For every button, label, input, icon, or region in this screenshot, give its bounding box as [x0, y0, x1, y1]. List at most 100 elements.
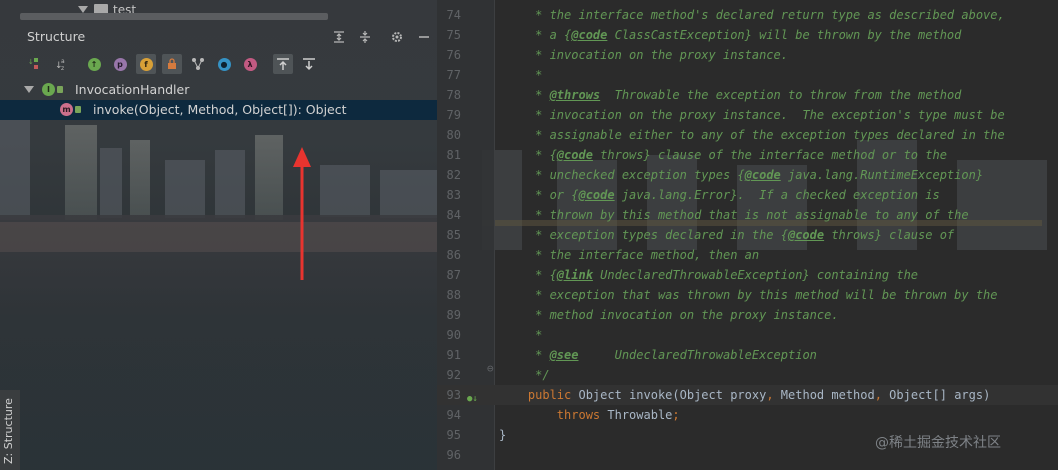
code-token: Method method — [780, 388, 875, 402]
tree-item-invocationhandler[interactable]: I InvocationHandler — [0, 80, 437, 100]
code-text: */ — [499, 365, 550, 385]
sort-alphabetically-icon[interactable]: ↓ a z — [52, 54, 72, 74]
structure-side-tab[interactable]: Z: Structure — [0, 390, 20, 470]
code-token: * a { — [499, 28, 572, 42]
code-line[interactable]: 80 * assignable either to any of the exc… — [437, 125, 1058, 145]
line-number: 86 — [446, 248, 461, 262]
code-text: * exception that was thrown by this meth… — [499, 285, 997, 305]
code-text: * @throws Throwable the exception to thr… — [499, 85, 961, 105]
code-line[interactable]: 83 * or {@code java.lang.Error}. If a ch… — [437, 185, 1058, 205]
code-token: @code — [787, 228, 825, 242]
show-non-public-icon[interactable] — [162, 54, 182, 74]
autoscroll-from-source-icon[interactable] — [299, 54, 319, 74]
code-line[interactable]: 89 * method invocation on the proxy inst… — [437, 305, 1058, 325]
code-line[interactable]: 77 * — [437, 65, 1058, 85]
code-token: * method invocation on the proxy instanc… — [499, 308, 839, 322]
code-line[interactable]: 79 * invocation on the proxy instance. T… — [437, 105, 1058, 125]
code-token: @throws — [549, 88, 601, 102]
code-text: * unchecked exception types {@code java.… — [499, 165, 983, 185]
show-lambda-icon[interactable]: λ — [240, 54, 260, 74]
code-line[interactable]: 91 * @see UndeclaredThrowableException — [437, 345, 1058, 365]
line-number: 87 — [446, 268, 461, 282]
line-number: 82 — [446, 168, 461, 182]
code-text: * invocation on the proxy instance. — [499, 45, 788, 65]
line-number: 78 — [446, 88, 461, 102]
line-number: 95 — [446, 428, 461, 442]
code-token: @code — [556, 148, 593, 162]
code-line[interactable]: 88 * exception that was thrown by this m… — [437, 285, 1058, 305]
code-token: ; — [672, 408, 680, 422]
line-number: 80 — [446, 128, 461, 142]
expand-arrow-icon[interactable] — [24, 86, 34, 93]
line-number: 77 — [446, 68, 461, 82]
project-tree-strip: test — [0, 0, 437, 22]
tree-item-invoke[interactable]: m invoke(Object, Method, Object[]): Obje… — [0, 100, 437, 120]
method-icon: m — [60, 103, 73, 116]
code-text: * the interface method, then an — [499, 245, 759, 265]
code-token: throws} clause of the interface method o… — [592, 148, 947, 162]
code-line[interactable]: 94 throws Throwable; — [437, 405, 1058, 425]
code-line[interactable]: 76 * invocation on the proxy instance. — [437, 45, 1058, 65]
code-token: Throwable the exception to throw from th… — [600, 88, 962, 102]
code-line[interactable]: 74 * the interface method's declared ret… — [437, 5, 1058, 25]
code-token: * { — [499, 148, 557, 162]
code-line[interactable]: 87 * {@link UndeclaredThrowableException… — [437, 265, 1058, 285]
show-lambdas-icon[interactable]: ● — [214, 54, 234, 74]
structure-panel: test Structure ↓ ↓ a z ↑ p f ● λ I Invoc… — [0, 0, 437, 470]
code-text: * thrown by this method that is not assi… — [499, 205, 969, 225]
code-token: , — [874, 388, 890, 402]
watermark: @稀土掘金技术社区 — [875, 435, 1001, 451]
red-arrow-annotation — [293, 147, 311, 280]
show-fields-icon[interactable]: f — [136, 54, 156, 74]
svg-text:z: z — [61, 65, 64, 72]
interface-icon: I — [42, 83, 55, 96]
code-line[interactable]: 84 * thrown by this method that is not a… — [437, 205, 1058, 225]
line-number: 81 — [446, 148, 461, 162]
code-token: @see — [549, 348, 579, 362]
code-text: * invocation on the proxy instance. The … — [499, 105, 1005, 125]
collapse-all-icon[interactable] — [355, 27, 375, 47]
expand-arrow-icon[interactable] — [78, 6, 88, 13]
line-number: 90 — [446, 328, 461, 342]
code-token: */ — [499, 368, 550, 382]
code-token: * exception types declared in the { — [499, 228, 788, 242]
code-line[interactable]: 85 * exception types declared in the {@c… — [437, 225, 1058, 245]
code-token: * — [499, 88, 550, 102]
code-line[interactable]: 78 * @throws Throwable the exception to … — [437, 85, 1058, 105]
code-token: * unchecked exception types { — [499, 168, 745, 182]
gear-icon[interactable] — [387, 27, 407, 47]
autoscroll-to-source-icon[interactable] — [273, 54, 293, 74]
code-line[interactable]: 92 ⊖ */ — [437, 362, 1058, 385]
sort-by-visibility-icon[interactable]: ↓ — [26, 54, 46, 74]
show-anonymous-icon[interactable] — [188, 54, 208, 74]
code-token: * invocation on the proxy instance. — [499, 48, 788, 62]
code-text: * or {@code java.lang.Error}. If a check… — [499, 185, 940, 205]
show-properties-icon[interactable]: p — [110, 54, 130, 74]
code-text: * a {@code ClassCastException} will be t… — [499, 25, 961, 45]
code-token: UndeclaredThrowableException} containing… — [592, 268, 919, 282]
code-editor[interactable]: 74 * the interface method's declared ret… — [437, 0, 1058, 470]
code-line[interactable]: 90 * — [437, 325, 1058, 345]
line-number: 92 — [446, 368, 461, 382]
minimize-icon[interactable] — [414, 27, 434, 47]
line-number: 94 — [446, 408, 461, 422]
code-token: * the interface method's declared return… — [499, 8, 1005, 22]
line-number: 93 — [446, 388, 461, 402]
code-line[interactable]: 75 * a {@code ClassCastException} will b… — [437, 25, 1058, 45]
panel-header: Structure — [0, 27, 437, 47]
line-number: 79 — [446, 108, 461, 122]
horizontal-scrollbar[interactable] — [20, 13, 328, 20]
code-line[interactable]: 81 * {@code throws} clause of the interf… — [437, 145, 1058, 165]
code-token: UndeclaredThrowableException — [578, 348, 817, 362]
fold-marker-icon[interactable]: ⊖ — [487, 359, 494, 379]
code-line[interactable]: 86 * the interface method, then an — [437, 245, 1058, 265]
code-token: * or { — [499, 188, 579, 202]
line-number: 85 — [446, 228, 461, 242]
expand-all-icon[interactable] — [329, 27, 349, 47]
code-token: , — [766, 388, 781, 402]
show-inherited-icon[interactable]: ↑ — [84, 54, 104, 74]
code-line[interactable]: 82 * unchecked exception types {@code ja… — [437, 165, 1058, 185]
code-line[interactable]: 93 ●↓ public Object invoke(Object proxy, … — [437, 385, 1058, 405]
code-token: @code — [571, 28, 608, 42]
public-icon — [57, 86, 63, 93]
